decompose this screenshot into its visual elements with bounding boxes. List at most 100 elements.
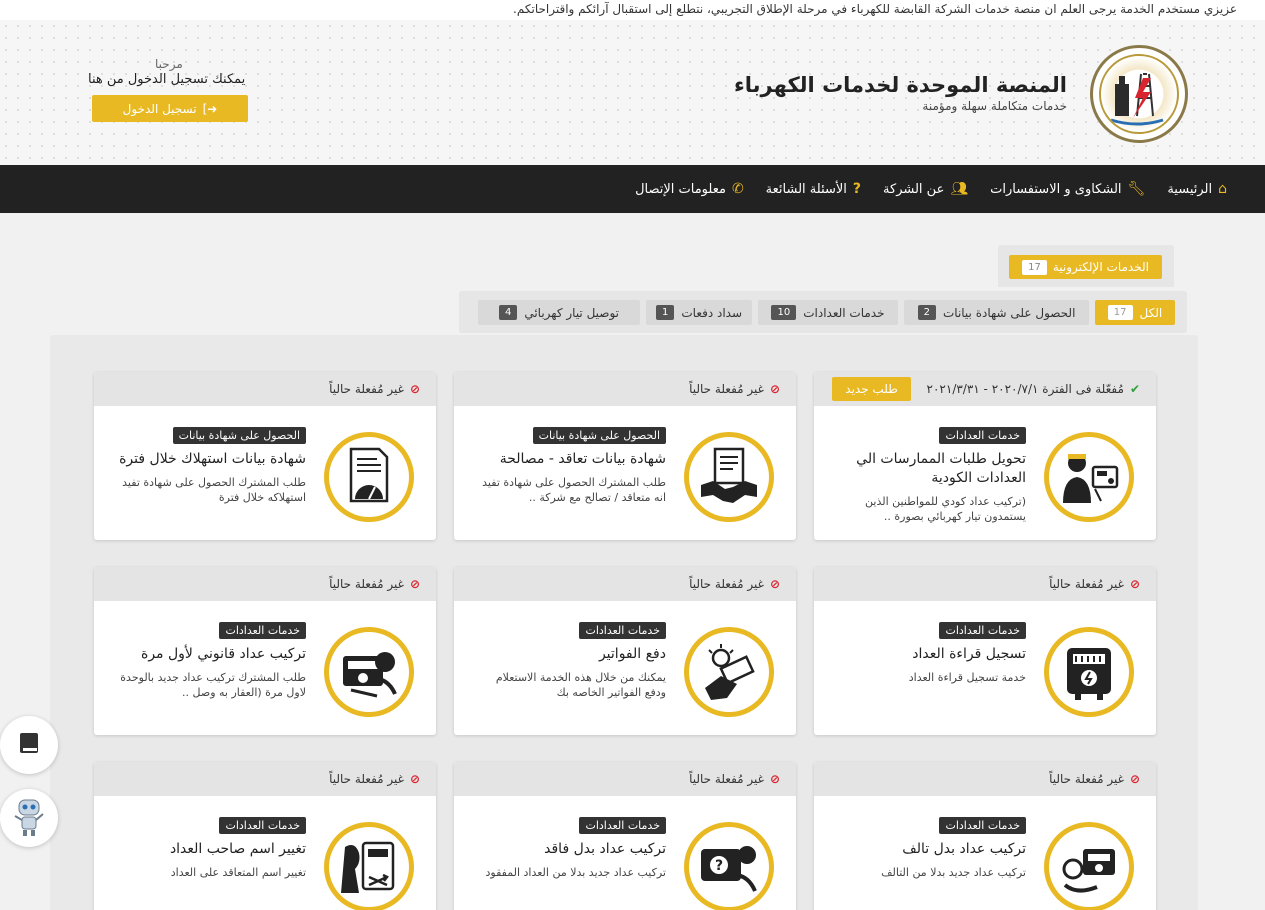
consumption-gauge-icon <box>324 432 414 522</box>
card-title[interactable]: تغيير اسم صاحب العداد <box>116 840 306 859</box>
ban-icon: ⊘ <box>769 772 780 786</box>
tab-data-certificate-count: 2 <box>917 305 936 320</box>
company-logo[interactable] <box>1090 45 1188 143</box>
card-title[interactable]: دفع الفواتير <box>476 645 666 664</box>
tab-all-label: الكل <box>1139 305 1163 320</box>
card-description: تغيير اسم المتعاقد على العداد <box>170 866 306 879</box>
tab-meter-services[interactable]: خدمات العدادات 10 <box>758 300 898 325</box>
tab-data-certificate-label: الحصول على شهادة بيانات <box>942 305 1076 320</box>
contract-handshake-icon <box>684 432 774 522</box>
meter-install-icon <box>324 627 414 717</box>
book-icon <box>18 731 40 759</box>
login-button-label: تسجيل الدخول <box>122 101 197 116</box>
tab-all[interactable]: الكل 17 <box>1095 300 1175 325</box>
nav-about[interactable]: 👥︎ عن الشركة <box>883 181 968 197</box>
card-category-badge: خدمات العدادات <box>579 817 666 834</box>
card-title[interactable]: تركيب عداد بدل تالف <box>836 840 1026 859</box>
card-description: تركيب عداد جديد بدلا من التالف <box>881 866 1026 879</box>
card-status-text: مُفعّلة فى الفترة ٢٠٢٠/٧/١ - ٢٠٢١/٣/٣١ <box>926 382 1124 396</box>
tab-power-connection-label: توصيل تيار كهربائي <box>524 305 620 320</box>
bill-payment-icon <box>684 627 774 717</box>
robot-icon <box>12 794 46 842</box>
card-status-bar: ✔ مُفعّلة فى الفترة ٢٠٢٠/٧/١ - ٢٠٢١/٣/٣١… <box>814 372 1156 406</box>
question-icon: ? <box>852 181 862 197</box>
site-subtitle: خدمات متكاملة سهلة ومؤمنة <box>922 99 1067 113</box>
login-button[interactable]: ➜] تسجيل الدخول <box>92 95 248 122</box>
nav-contact-label: معلومات الإتصال <box>635 181 726 197</box>
eservices-tab[interactable]: الخدمات الإلكترونية 17 <box>1009 255 1162 279</box>
service-card: ⊘ غير مُفعلة حالياً خدمات العدادات تغيير… <box>94 762 436 910</box>
tab-data-certificate[interactable]: الحصول على شهادة بيانات 2 <box>904 300 1089 325</box>
card-status-bar: ⊘ غير مُفعلة حالياً <box>94 372 436 406</box>
card-description: خدمة تسجيل قراءة العداد <box>908 671 1026 684</box>
services-panel: ✔ مُفعّلة فى الفترة ٢٠٢٠/٧/١ - ٢٠٢١/٣/٣١… <box>50 335 1198 910</box>
main-nav: ⌂ الرئيسية 🔧︎ الشكاوى و الاستفسارات 👥︎ ع… <box>0 165 1265 213</box>
sign-in-icon: ➜] <box>202 101 218 116</box>
lost-meter-icon: ? <box>684 822 774 910</box>
card-status-text: غير مُفعلة حالياً <box>689 382 764 396</box>
worker-meter-icon <box>1044 432 1134 522</box>
category-filter-tabs: الكل 17 الحصول على شهادة بيانات 2 خدمات … <box>459 291 1187 333</box>
card-status-text: غير مُفعلة حالياً <box>1049 577 1124 591</box>
eservices-label: الخدمات الإلكترونية <box>1052 260 1149 274</box>
card-category-badge: خدمات العدادات <box>939 622 1026 639</box>
service-card: ⊘ غير مُفعلة حالياً خدمات العدادات تركيب… <box>94 567 436 735</box>
chatbot-button[interactable] <box>0 789 58 847</box>
wrench-icon: 🔧︎ <box>1127 181 1146 197</box>
service-card: ⊘ غير مُفعلة حالياً الحصول على شهادة بيا… <box>94 372 436 540</box>
users-icon: 👥︎ <box>950 181 969 197</box>
nav-complaints-label: الشكاوى و الاستفسارات <box>990 181 1122 197</box>
nav-about-label: عن الشركة <box>883 181 945 197</box>
tab-power-connection-count: 4 <box>498 305 518 320</box>
ban-icon: ⊘ <box>769 577 780 591</box>
card-status-text: غير مُفعلة حالياً <box>329 382 404 396</box>
card-title[interactable]: شهادة بيانات استهلاك خلال فترة <box>116 450 306 469</box>
home-icon: ⌂ <box>1218 181 1227 197</box>
phone-icon: ✆ <box>731 181 744 197</box>
service-card: ⊘ غير مُفعلة حالياً ? خدمات العدادات ترك… <box>454 762 796 910</box>
login-hint: يمكنك تسجيل الدخول من هنا <box>88 72 246 87</box>
card-category-badge: خدمات العدادات <box>939 817 1026 834</box>
card-status-text: غير مُفعلة حالياً <box>689 772 764 786</box>
card-title[interactable]: تركيب عداد قانوني لأول مرة <box>116 645 306 664</box>
card-title[interactable]: تحويل طلبات الممارسات الي العدادات الكود… <box>836 450 1026 488</box>
card-title[interactable]: شهادة بيانات تعاقد - مصالحة <box>476 450 666 469</box>
card-status-bar: ⊘ غير مُفعلة حالياً <box>814 567 1156 601</box>
nav-faq[interactable]: ? الأسئلة الشائعة <box>766 181 861 197</box>
card-title[interactable]: تسجيل قراءة العداد <box>836 645 1026 664</box>
announcement-ticker: عزيزي مستخدم الخدمة يرجى العلم ان منصة خ… <box>0 0 1265 20</box>
nav-contact[interactable]: ✆ معلومات الإتصال <box>635 181 744 197</box>
ban-icon: ⊘ <box>1129 772 1140 786</box>
meter-reading-icon <box>1044 627 1134 717</box>
card-status-bar: ⊘ غير مُفعلة حالياً <box>94 762 436 796</box>
eservices-count-badge: 17 <box>1022 259 1047 275</box>
site-header: المنصة الموحدة لخدمات الكهرباء خدمات متك… <box>0 20 1265 165</box>
ban-icon: ⊘ <box>409 577 420 591</box>
check-icon: ✔ <box>1129 382 1140 396</box>
nav-complaints[interactable]: 🔧︎ الشكاوى و الاستفسارات <box>990 181 1145 197</box>
tab-meter-services-count: 10 <box>771 305 797 320</box>
nav-faq-label: الأسئلة الشائعة <box>765 181 847 197</box>
card-status-bar: ⊘ غير مُفعلة حالياً <box>454 762 796 796</box>
tab-payments[interactable]: سداد دفعات 1 <box>646 300 752 325</box>
svg-text:?: ? <box>715 858 723 874</box>
tab-meter-services-label: خدمات العدادات <box>803 305 885 320</box>
new-request-button[interactable]: طلب جديد <box>832 377 911 401</box>
nav-home[interactable]: ⌂ الرئيسية <box>1167 181 1227 197</box>
eservices-tab-container: الخدمات الإلكترونية 17 <box>998 245 1174 287</box>
damaged-meter-icon <box>1044 822 1134 910</box>
ban-icon: ⊘ <box>409 772 420 786</box>
ban-icon: ⊘ <box>769 382 780 396</box>
tab-all-count: 17 <box>1107 305 1133 320</box>
card-status-text: غير مُفعلة حالياً <box>1049 772 1124 786</box>
card-category-badge: الحصول على شهادة بيانات <box>532 427 666 444</box>
card-description: طلب المشترك الحصول على شهادة تفيد استهلا… <box>122 476 306 504</box>
service-card: ⊘ غير مُفعلة حالياً خدمات العدادات دفع ا… <box>454 567 796 735</box>
card-title[interactable]: تركيب عداد بدل فاقد <box>476 840 666 859</box>
card-category-badge: خدمات العدادات <box>219 817 306 834</box>
card-description: تركيب عداد جديد بدلا من العداد المفقود <box>485 866 666 879</box>
ban-icon: ⊘ <box>409 382 420 396</box>
guide-book-button[interactable] <box>0 716 58 774</box>
tab-power-connection[interactable]: توصيل تيار كهربائي 4 <box>478 300 640 325</box>
card-description: (تركيب عداد كودي للمواطنين الذين يستمدون… <box>865 495 1026 523</box>
